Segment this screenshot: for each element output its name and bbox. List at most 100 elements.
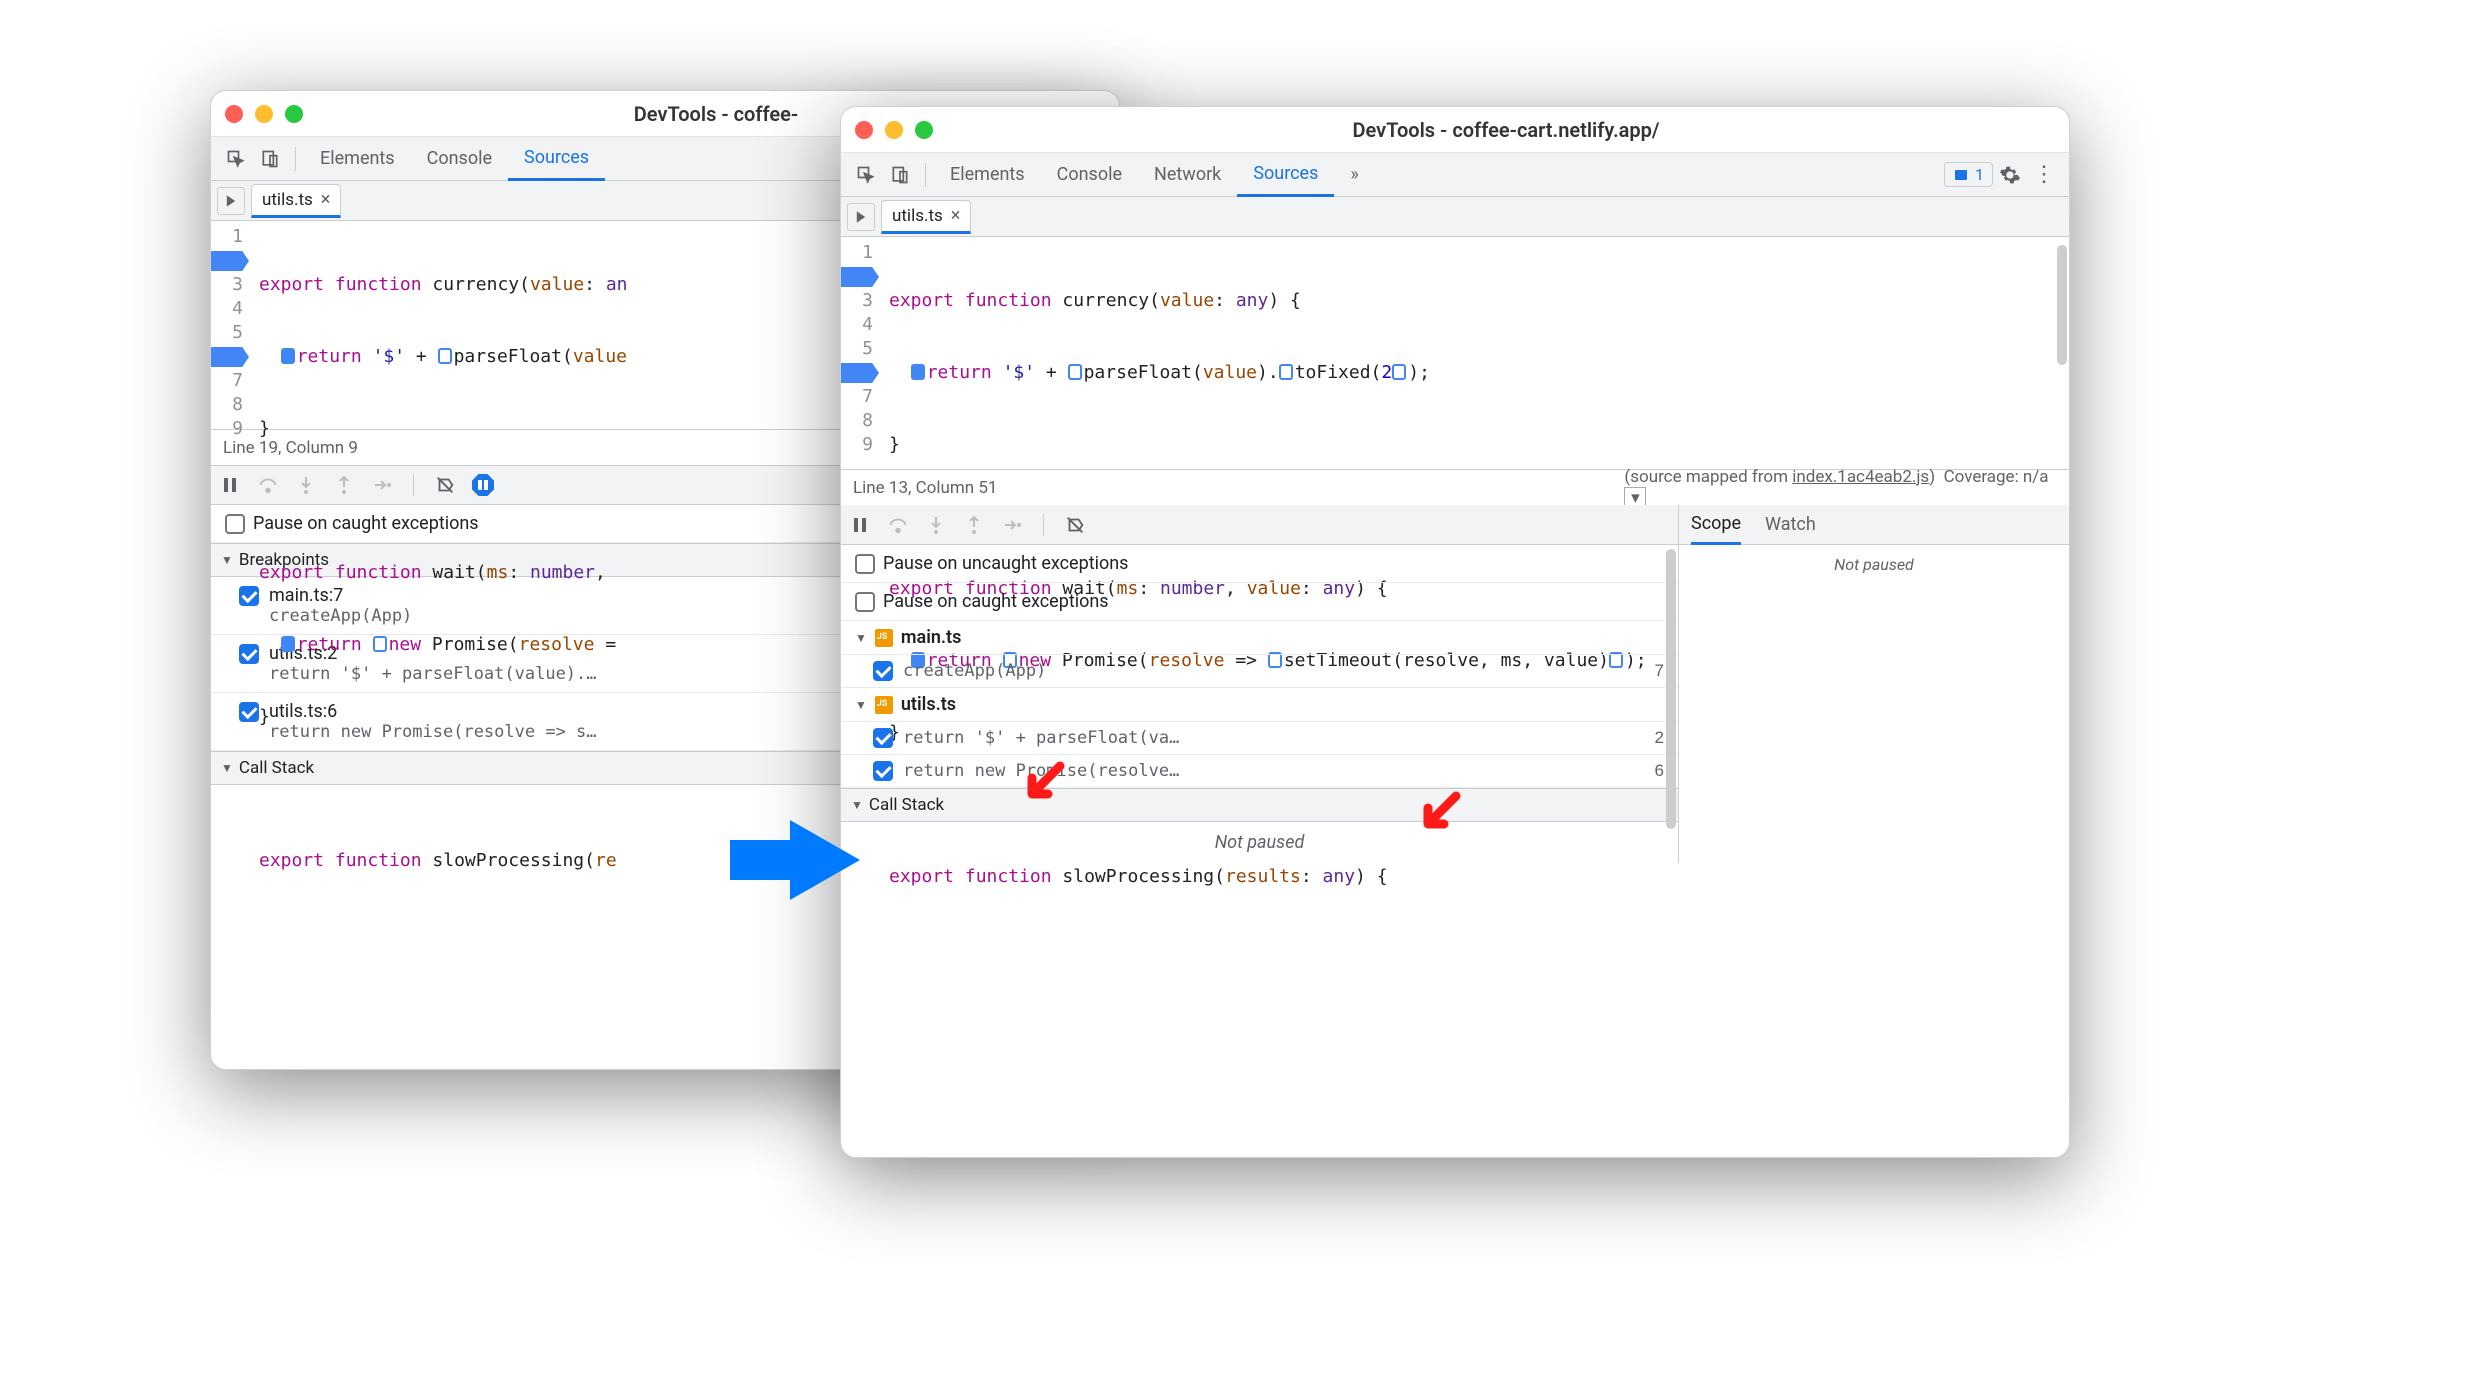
badge-count: 1 [1975,165,1984,184]
callstack-not-paused: Not paused [841,822,1678,863]
pause-caught-row[interactable]: Pause on caught exceptions [841,583,1678,621]
close-icon[interactable]: × [951,205,961,226]
chevron-down-icon: ▼ [851,798,863,812]
tab-network[interactable]: Network [1138,153,1237,197]
device-toggle-icon[interactable] [883,158,917,192]
group-file: main.ts [901,627,961,648]
step-out-icon[interactable] [963,514,985,536]
scrollbar[interactable] [1666,549,1676,829]
pause-uncaught-row[interactable]: Pause on uncaught exceptions [841,545,1678,583]
checkbox[interactable] [239,702,259,722]
pause-uncaught-label: Pause on uncaught exceptions [883,553,1128,574]
debugger-toolbar [841,505,1678,545]
bp-line-number: 6 [1655,761,1664,781]
settings-icon[interactable] [1993,158,2027,192]
breakpoint-group-header[interactable]: ▼ utils.ts [841,688,1678,722]
checkbox[interactable] [855,554,875,574]
bp-code: createApp(App) [903,661,1046,681]
scope-not-paused: Not paused [1679,545,2069,584]
minimize-window-button[interactable] [885,121,903,139]
pause-icon[interactable] [849,514,871,536]
callstack-header[interactable]: ▼ Call Stack [841,788,1678,822]
bp-line-number: 2 [1655,728,1664,748]
window-controls [225,105,303,123]
mapped-source-link[interactable]: index.1ac4eab2.js [1792,467,1929,487]
code-editor[interactable]: 1 2 3 4 5 6 7 8 9 export function curren… [841,237,2069,469]
gutter[interactable]: 1 2 3 4 5 6 7 8 9 [841,237,881,469]
minimize-window-button[interactable] [255,105,273,123]
breakpoint-line[interactable]: createApp(App) 7 [841,655,1678,688]
chevron-down-icon: ▼ [221,553,233,567]
checkbox[interactable] [225,514,245,534]
checkbox[interactable] [239,644,259,664]
file-tab-label: utils.ts [892,206,943,226]
header-label: Call Stack [869,795,944,815]
file-tab-utils[interactable]: utils.ts × [251,184,341,218]
group-file: utils.ts [901,694,956,715]
close-window-button[interactable] [225,105,243,123]
tab-sources[interactable]: Sources [1237,153,1334,197]
window-title: DevTools - coffee-cart.netlify.app/ [957,118,2055,142]
step-over-icon[interactable] [887,514,909,536]
checkbox[interactable] [873,661,893,681]
file-tab-utils[interactable]: utils.ts × [881,200,971,234]
step-into-icon[interactable] [925,514,947,536]
maximize-window-button[interactable] [915,121,933,139]
file-icon [875,629,893,647]
scrollbar[interactable] [2057,245,2067,365]
bp-line-number: 7 [1655,661,1664,681]
close-icon[interactable]: × [321,189,331,210]
tab-scope[interactable]: Scope [1691,505,1741,545]
tab-console[interactable]: Console [411,137,508,181]
pause-caught-label: Pause on caught exceptions [883,591,1109,612]
checkbox[interactable] [855,592,875,612]
devtools-toolbar: Elements Console Network Sources » 1 ⋮ [841,153,2069,197]
maximize-window-button[interactable] [285,105,303,123]
device-toggle-icon[interactable] [253,142,287,176]
tab-elements[interactable]: Elements [304,137,411,181]
scope-watch-tabs: Scope Watch [1679,505,2069,545]
issues-badge[interactable]: 1 [1944,162,1993,187]
more-tabs[interactable]: » [1334,153,1374,197]
chevron-down-icon: ▼ [221,761,233,775]
coverage-label: Coverage: n/a [1944,467,2049,487]
checkbox[interactable] [873,761,893,781]
checkbox[interactable] [239,586,259,606]
chevron-down-icon: ▼ [855,631,867,645]
breakpoint-marker-icon [911,364,925,380]
inline-bp-icon [1392,364,1406,380]
tab-elements[interactable]: Elements [934,153,1041,197]
debugger-left-pane: Pause on uncaught exceptions Pause on ca… [841,505,1679,863]
inline-bp-icon [1279,364,1293,380]
red-arrow-annotation [1416,788,1464,840]
tab-sources[interactable]: Sources [508,137,605,181]
inline-bp-icon [373,636,387,652]
inline-bp-icon [1068,364,1082,380]
tab-watch[interactable]: Watch [1765,505,1816,545]
close-window-button[interactable] [855,121,873,139]
window-controls [855,121,933,139]
file-tabs: utils.ts × [841,197,2069,237]
tab-console[interactable]: Console [1041,153,1138,197]
devtools-window-front: DevTools - coffee-cart.netlify.app/ Elem… [840,106,2070,1158]
separator [925,163,926,187]
red-arrow-annotation [1020,758,1068,810]
navigator-toggle-icon[interactable] [217,187,245,215]
separator [1043,514,1044,536]
pause-icon[interactable] [219,474,241,496]
gutter[interactable]: 1 2 3 4 5 6 7 8 9 [211,221,251,429]
inspect-icon[interactable] [219,142,253,176]
inline-bp-icon [438,348,452,364]
breakpoint-group-header[interactable]: ▼ main.ts [841,621,1678,655]
kebab-menu-icon[interactable]: ⋮ [2027,158,2061,192]
step-icon[interactable] [1001,514,1023,536]
breakpoint-line[interactable]: return '$' + parseFloat(va… 2 [841,722,1678,755]
inspect-icon[interactable] [849,158,883,192]
breakpoint-line[interactable]: return new Promise(resolve… 6 [841,755,1678,788]
file-icon [875,696,893,714]
navigator-toggle-icon[interactable] [847,203,875,231]
checkbox[interactable] [873,728,893,748]
deactivate-breakpoints-icon[interactable] [1064,514,1086,536]
debugger-panel: Pause on uncaught exceptions Pause on ca… [841,545,1678,863]
scope-watch-pane: Scope Watch Not paused [1679,505,2069,863]
